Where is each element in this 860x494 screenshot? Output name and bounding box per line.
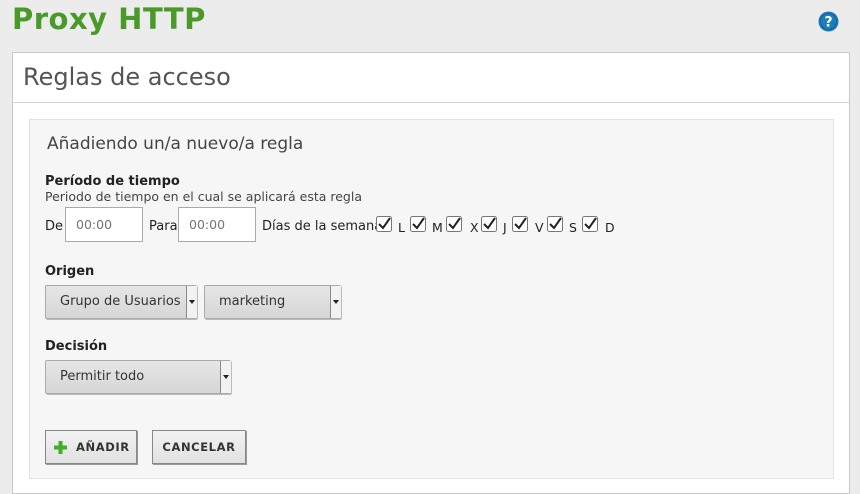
form-title: Añadiendo un/a nuevo/a regla	[47, 134, 304, 154]
checkbox-day-l[interactable]	[376, 216, 392, 232]
day-label-v: V	[535, 220, 544, 235]
add-button-label: AÑADIR	[76, 440, 130, 454]
origin-label: Origen	[45, 264, 95, 279]
origin-group-select[interactable]: marketing	[204, 285, 341, 319]
chevron-down-icon	[330, 286, 341, 318]
add-rule-form: Añadiendo un/a nuevo/a regla Período de …	[29, 119, 834, 479]
origin-type-select[interactable]: Grupo de Usuarios	[45, 285, 197, 319]
chevron-down-icon	[220, 361, 231, 393]
access-rules-panel: Reglas de acceso Añadiendo un/a nuevo/a …	[12, 52, 850, 494]
day-label-s: S	[569, 220, 577, 235]
from-time-input[interactable]	[65, 207, 143, 242]
decision-label: Decisión	[45, 339, 108, 354]
period-label: Período de tiempo	[45, 174, 180, 189]
page-title: Proxy HTTP	[12, 2, 206, 36]
checkbox-day-s[interactable]	[547, 216, 563, 232]
checkbox-day-j[interactable]	[481, 216, 497, 232]
day-label-l: L	[398, 220, 405, 235]
checkbox-day-m[interactable]	[410, 216, 426, 232]
panel-header: Reglas de acceso	[13, 53, 849, 103]
to-time-input[interactable]	[178, 207, 256, 242]
day-label-m: M	[432, 220, 443, 235]
from-label: De	[45, 219, 64, 234]
chevron-down-icon	[186, 286, 197, 318]
plus-icon	[54, 441, 67, 454]
checkbox-day-d[interactable]	[582, 216, 598, 232]
origin-group-value: marketing	[219, 294, 286, 309]
to-label: Para	[149, 219, 178, 234]
decision-value: Permitir todo	[60, 369, 145, 384]
weekdays-label: Días de la semana	[262, 219, 383, 234]
svg-text:?: ?	[824, 15, 832, 31]
decision-select[interactable]: Permitir todo	[45, 360, 231, 394]
day-label-x: X	[470, 220, 479, 235]
origin-type-value: Grupo de Usuarios	[60, 294, 181, 309]
cancel-button[interactable]: CANCELAR	[152, 430, 246, 464]
cancel-button-label: CANCELAR	[162, 440, 236, 454]
add-button[interactable]: AÑADIR	[45, 430, 137, 464]
day-label-d: D	[605, 220, 615, 235]
period-description: Periodo de tiempo en el cual se aplicará…	[45, 189, 362, 204]
help-icon[interactable]: ?	[818, 11, 839, 32]
checkbox-day-v[interactable]	[512, 216, 528, 232]
panel-title: Reglas de acceso	[23, 63, 231, 91]
checkbox-day-x[interactable]	[446, 216, 462, 232]
day-label-j: J	[503, 220, 507, 235]
